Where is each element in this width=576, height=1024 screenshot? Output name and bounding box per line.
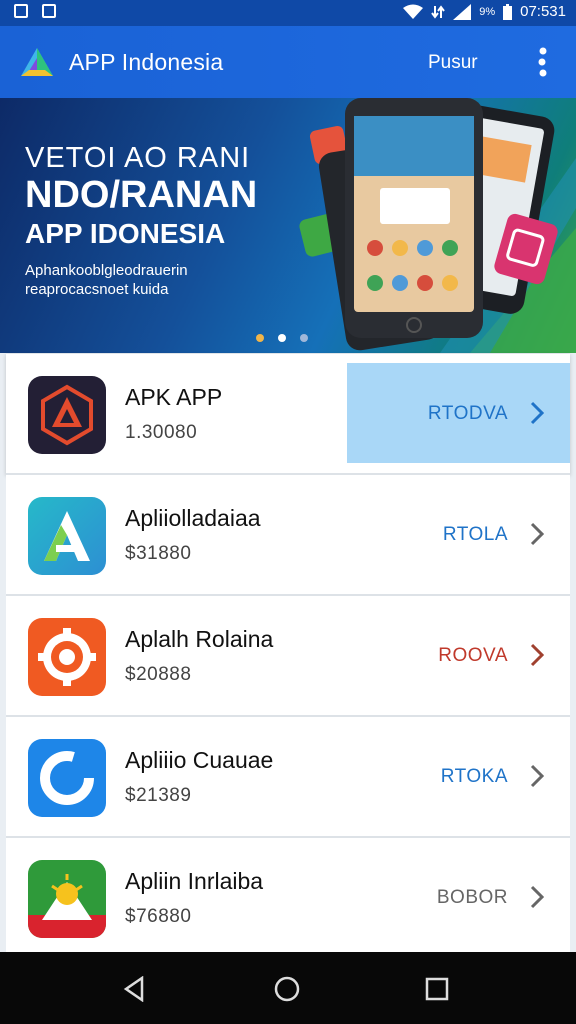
app-action-button[interactable]: RTODVA [428, 403, 508, 425]
gallery-notification-icon [14, 4, 28, 18]
ring-app-icon [28, 739, 106, 817]
battery-icon [503, 3, 513, 20]
banner-pagination[interactable] [256, 334, 308, 342]
banner-subheadline: APP IDONESIA [25, 218, 226, 249]
data-transfer-icon [431, 4, 446, 19]
banner-dot-1[interactable] [256, 334, 264, 342]
indonesia-app-icon [28, 860, 106, 938]
banner-headline: NDO/RANAN [25, 174, 258, 216]
app-action-button[interactable]: ROOVA [438, 645, 508, 667]
battery-text: 9% [479, 5, 496, 18]
banner-caption-2: reaprocacsnoet kuida [25, 281, 169, 298]
list-item[interactable]: Apliiolladaiaa $31880 RTOLA [6, 475, 570, 596]
app-logo-icon [21, 48, 53, 76]
app-size: $21389 [125, 785, 192, 806]
image-notification-icon [42, 4, 56, 18]
apk-icon [28, 376, 106, 454]
list-item[interactable]: APK APP 1.30080 RTODVA [6, 354, 570, 475]
app-bar: APP Indonesia Pusur [0, 26, 576, 98]
banner-dot-2[interactable] [278, 334, 286, 342]
app-size: $20888 [125, 664, 192, 685]
app-name: Apliin Inrlaiba [125, 868, 264, 894]
status-bar: 9% 07:531 [0, 0, 576, 26]
app-title: APP Indonesia [69, 49, 224, 75]
banner-dot-3[interactable] [300, 334, 308, 342]
back-icon[interactable] [122, 976, 148, 1002]
list-item[interactable]: Aplalh Rolaina $20888 ROOVA [6, 596, 570, 717]
chevron-right-icon[interactable] [530, 522, 544, 546]
app-action-button[interactable]: RTOKA [441, 766, 508, 788]
wifi-icon [403, 4, 424, 19]
app-name: APK APP [125, 384, 223, 410]
recents-icon[interactable] [424, 976, 450, 1002]
banner-caption-1: Aphankooblgleodrauerin [25, 262, 188, 279]
banner-line-1: VETOI AO RANI [25, 142, 251, 174]
list-item[interactable]: Apliin Inrlaiba $76880 BOBOR [6, 838, 570, 959]
more-vert-icon[interactable] [534, 46, 550, 80]
app-size: 1.30080 [125, 422, 198, 443]
promo-banner[interactable]: VETOI AO RANI NDO/RANAN APP IDONESIA Aph… [0, 98, 576, 353]
app-list: APK APP 1.30080 RTODVA Apliiolladaiaa $3… [6, 354, 570, 959]
chevron-right-icon[interactable] [530, 885, 544, 909]
android-a-icon [28, 497, 106, 575]
app-name: Aplalh Rolaina [125, 626, 274, 652]
app-name: Apliiolladaiaa [125, 505, 261, 531]
app-action-button[interactable]: BOBOR [437, 887, 508, 909]
gear-app-icon [28, 618, 106, 696]
app-action-button[interactable]: RTOLA [443, 524, 508, 546]
chevron-right-icon[interactable] [530, 643, 544, 667]
chevron-right-icon[interactable] [530, 764, 544, 788]
system-navigation-bar [0, 952, 576, 1024]
list-item[interactable]: Apliiio Cuauae $21389 RTOKA [6, 717, 570, 838]
status-time: 07:531 [520, 3, 566, 20]
home-icon[interactable] [274, 976, 300, 1002]
phones-illustration [299, 98, 576, 353]
app-size: $31880 [125, 543, 192, 564]
signal-icon [453, 3, 472, 20]
app-name: Apliiio Cuauae [125, 747, 274, 773]
app-bar-action-button[interactable]: Pusur [428, 52, 478, 74]
chevron-right-icon[interactable] [530, 401, 544, 425]
app-size: $76880 [125, 906, 192, 927]
